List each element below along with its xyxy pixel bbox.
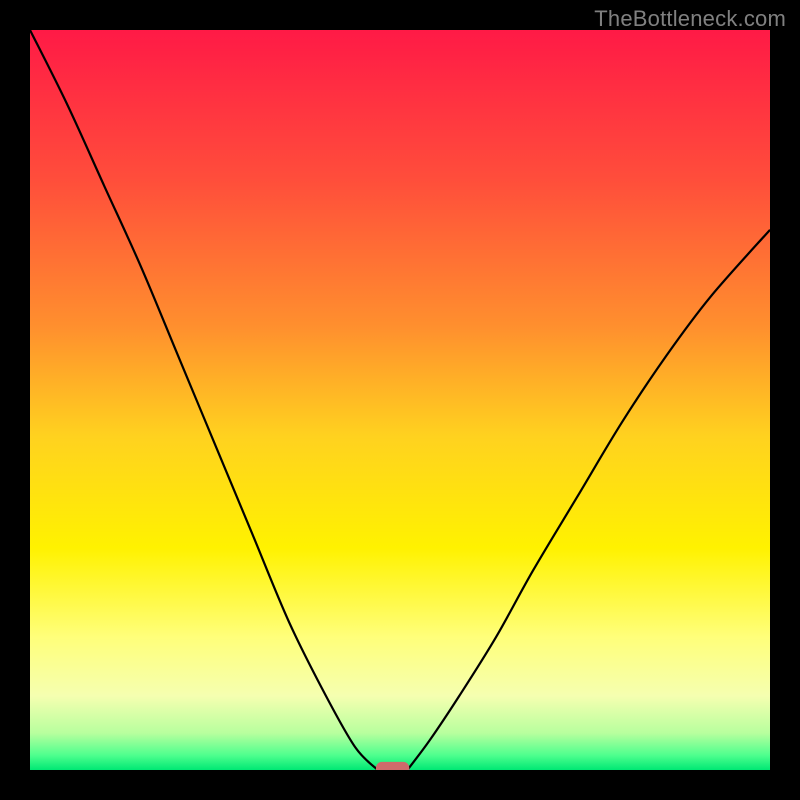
- gradient-background: [30, 30, 770, 770]
- bottleneck-marker: [376, 762, 409, 770]
- chart-stage: TheBottleneck.com: [0, 0, 800, 800]
- chart-svg: [30, 30, 770, 770]
- plot-area: [30, 30, 770, 770]
- watermark-text: TheBottleneck.com: [594, 6, 786, 32]
